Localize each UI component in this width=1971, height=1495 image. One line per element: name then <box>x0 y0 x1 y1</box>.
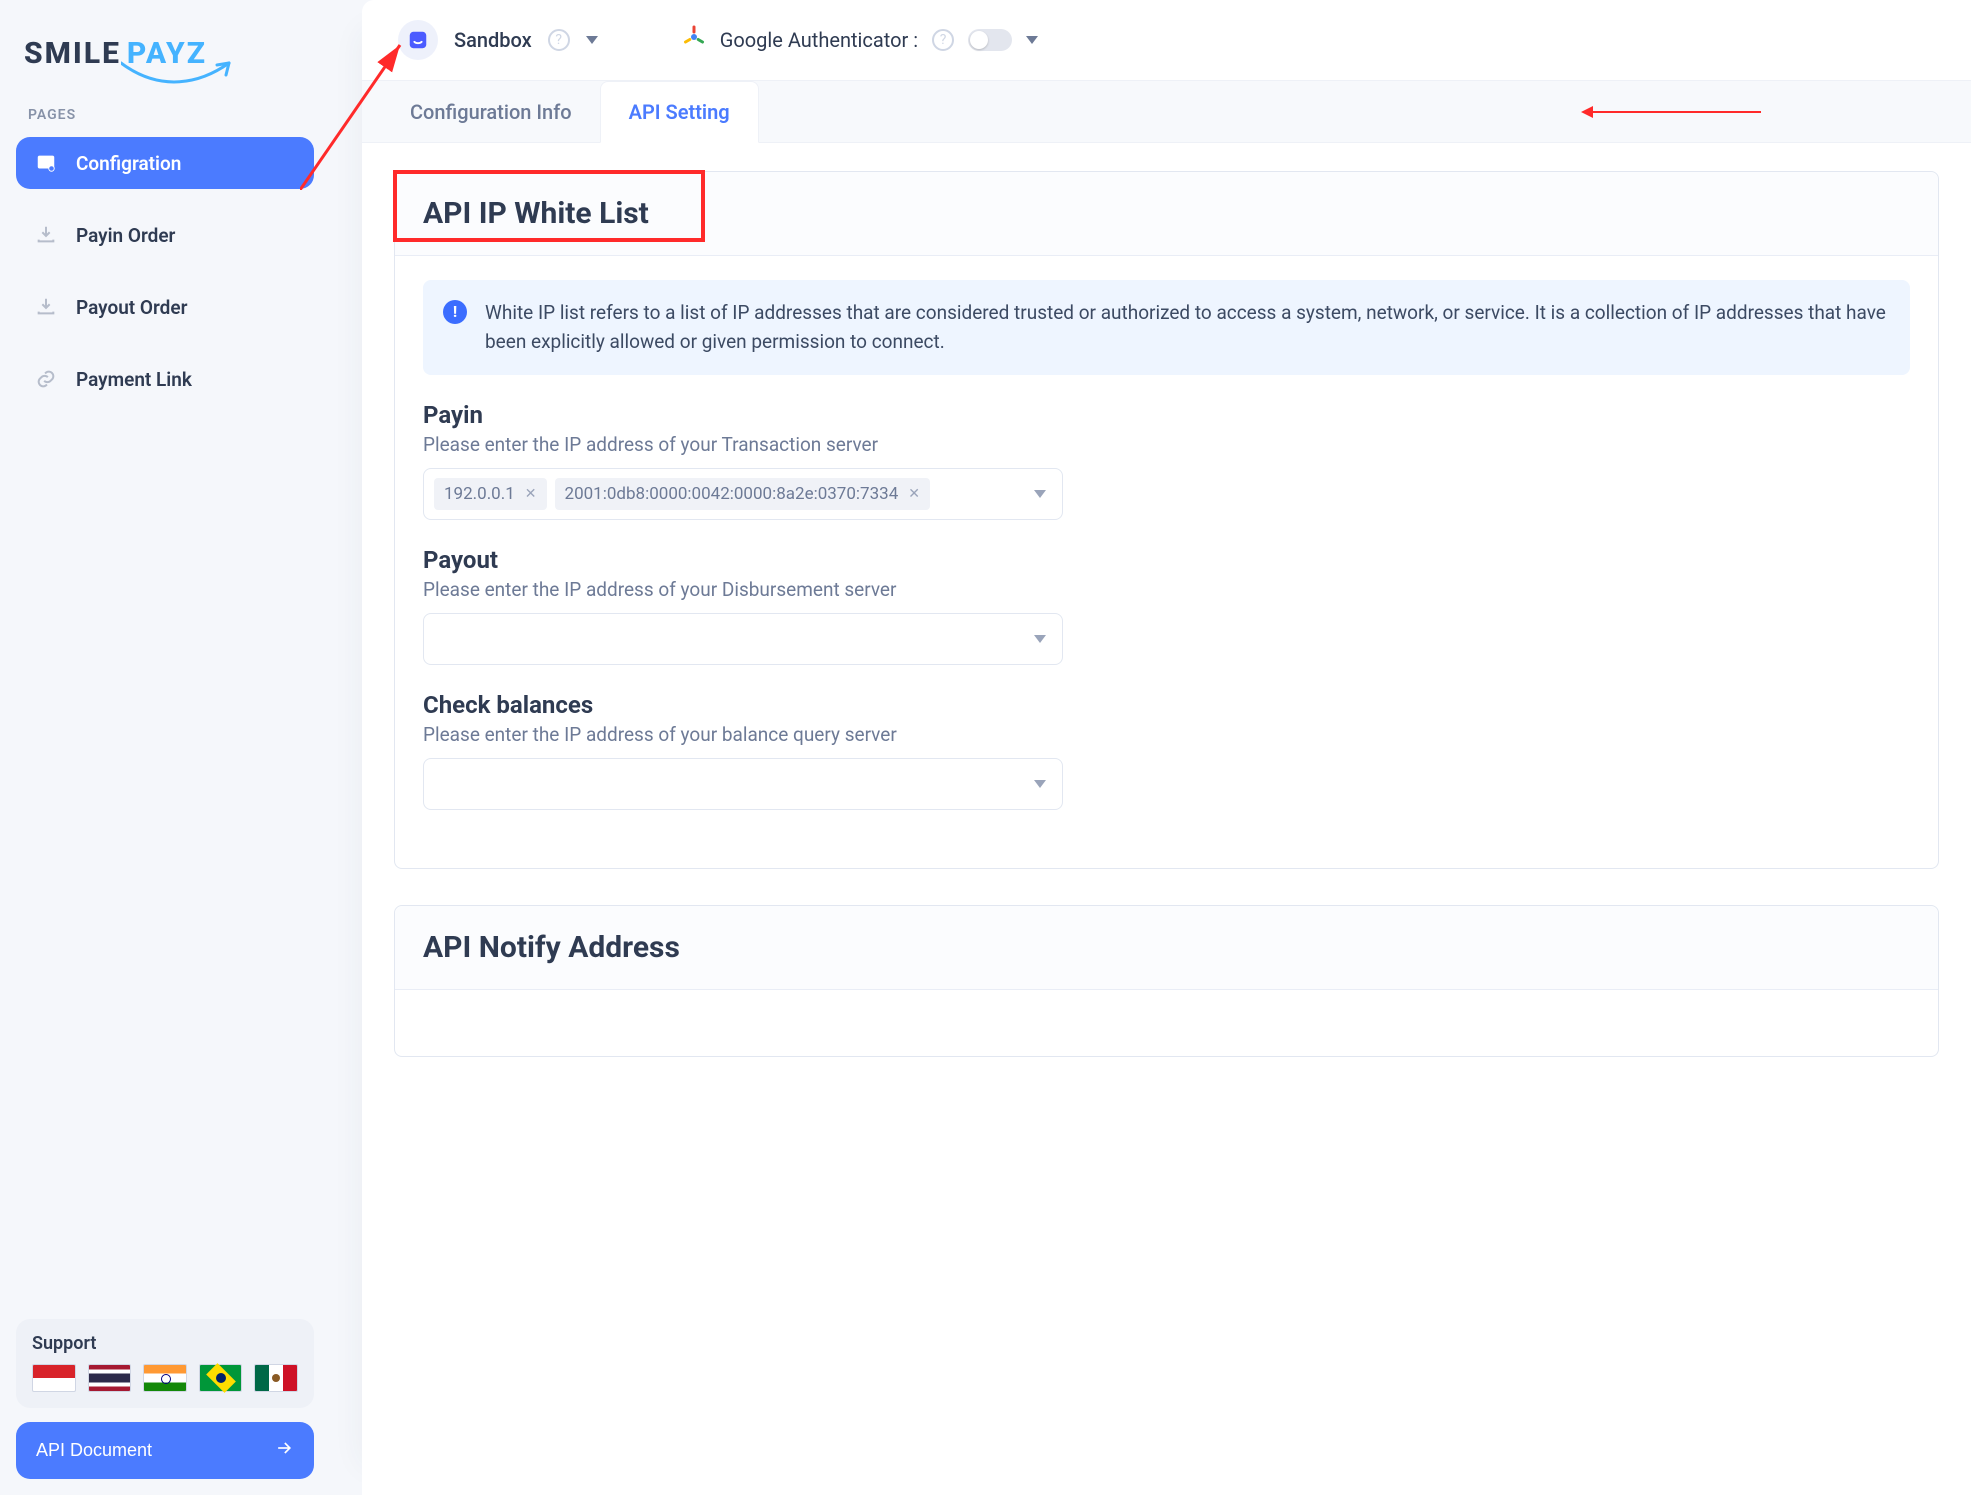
help-icon[interactable]: ? <box>548 29 570 51</box>
sidebar: SMILE PAYZ PAGES Configration Payin Orde… <box>0 0 330 1495</box>
support-title: Support <box>32 1333 298 1354</box>
card-ip-whitelist: API IP White List ! White IP list refers… <box>394 171 1939 869</box>
settings-card-icon <box>34 151 58 175</box>
sidebar-item-label: Payout Order <box>76 296 187 319</box>
chevron-down-icon[interactable] <box>1026 36 1038 44</box>
topbar: Sandbox ? Google Authenticator : ? <box>362 0 1971 81</box>
tab-api-setting[interactable]: API Setting <box>600 81 759 143</box>
chevron-down-icon[interactable] <box>1034 635 1046 643</box>
card-body: ! White IP list refers to a list of IP a… <box>395 256 1938 868</box>
balance-ip-input[interactable] <box>423 758 1063 810</box>
brand-swoosh-icon <box>121 59 241 89</box>
field-payout: Payout Please enter the IP address of yo… <box>423 546 1910 665</box>
content: API IP White List ! White IP list refers… <box>362 143 1971 1133</box>
sidebar-item-label: Payment Link <box>76 368 192 391</box>
chevron-down-icon[interactable] <box>586 36 598 44</box>
sidebar-section-label: PAGES <box>16 99 314 137</box>
sandbox-icon <box>398 20 438 60</box>
sidebar-item-payin-order[interactable]: Payin Order <box>16 209 314 261</box>
card-notify-address: API Notify Address <box>394 905 1939 1057</box>
google-authenticator-toggle[interactable] <box>968 29 1012 51</box>
field-help: Please enter the IP address of your Disb… <box>423 578 1910 601</box>
field-label: Payout <box>423 546 1910 574</box>
field-check-balances: Check balances Please enter the IP addre… <box>423 691 1910 810</box>
remove-tag-icon[interactable]: ✕ <box>525 486 537 502</box>
authenticator-icon <box>682 25 706 55</box>
card-title: API Notify Address <box>423 930 680 965</box>
google-authenticator-block: Google Authenticator : ? <box>682 25 1038 55</box>
card-header: API IP White List <box>395 172 1938 256</box>
sidebar-item-payment-link[interactable]: Payment Link <box>16 353 314 405</box>
card-header: API Notify Address <box>395 906 1938 990</box>
ip-tag: 192.0.0.1 ✕ <box>434 478 547 510</box>
environment-selector[interactable]: Sandbox ? <box>398 20 598 60</box>
payin-ip-input[interactable]: 192.0.0.1 ✕ 2001:0db8:0000:0042:0000:8a2… <box>423 468 1063 520</box>
info-icon: ! <box>443 300 467 324</box>
card-body <box>395 990 1938 1056</box>
flag-india-icon[interactable] <box>143 1364 187 1392</box>
flag-mexico-icon[interactable] <box>254 1364 298 1392</box>
chevron-down-icon[interactable] <box>1034 490 1046 498</box>
sidebar-item-label: Configration <box>76 152 181 175</box>
download-tray-icon <box>34 295 58 319</box>
payout-ip-input[interactable] <box>423 613 1063 665</box>
flag-indonesia-icon[interactable] <box>32 1364 76 1392</box>
google-authenticator-label: Google Authenticator : <box>720 28 918 52</box>
tabs: Configuration Info API Setting <box>362 81 1971 143</box>
field-label: Check balances <box>423 691 1910 719</box>
flag-thailand-icon[interactable] <box>88 1364 132 1392</box>
sidebar-item-payout-order[interactable]: Payout Order <box>16 281 314 333</box>
api-document-label: API Document <box>36 1440 152 1461</box>
field-help: Please enter the IP address of your bala… <box>423 723 1910 746</box>
link-icon <box>34 367 58 391</box>
field-label: Payin <box>423 401 1910 429</box>
field-help: Please enter the IP address of your Tran… <box>423 433 1910 456</box>
download-tray-icon <box>34 223 58 247</box>
brand-part2: PAYZ <box>127 36 207 71</box>
tab-configuration-info[interactable]: Configuration Info <box>382 82 600 142</box>
info-alert: ! White IP list refers to a list of IP a… <box>423 280 1910 375</box>
card-title: API IP White List <box>423 196 649 231</box>
brand-part1: SMILE <box>24 36 121 71</box>
flag-brazil-icon[interactable] <box>199 1364 243 1392</box>
help-icon[interactable]: ? <box>932 29 954 51</box>
support-flags <box>32 1364 298 1392</box>
info-alert-text: White IP list refers to a list of IP add… <box>485 298 1890 357</box>
sidebar-item-configuration[interactable]: Configration <box>16 137 314 189</box>
chevron-down-icon[interactable] <box>1034 780 1046 788</box>
remove-tag-icon[interactable]: ✕ <box>908 486 920 502</box>
sidebar-item-label: Payin Order <box>76 224 175 247</box>
field-payin: Payin Please enter the IP address of you… <box>423 401 1910 520</box>
environment-label: Sandbox <box>454 28 532 52</box>
main: Sandbox ? Google Authenticator : ? <box>330 0 1971 1495</box>
api-document-button[interactable]: API Document <box>16 1422 314 1479</box>
brand-logo: SMILE PAYZ <box>16 24 314 99</box>
arrow-right-icon <box>274 1438 294 1463</box>
main-panel: Sandbox ? Google Authenticator : ? <box>362 0 1971 1495</box>
support-card: Support <box>16 1319 314 1408</box>
ip-tag: 2001:0db8:0000:0042:0000:8a2e:0370:7334 … <box>555 478 930 510</box>
annotation-arrow-to-tab <box>1591 111 1761 113</box>
